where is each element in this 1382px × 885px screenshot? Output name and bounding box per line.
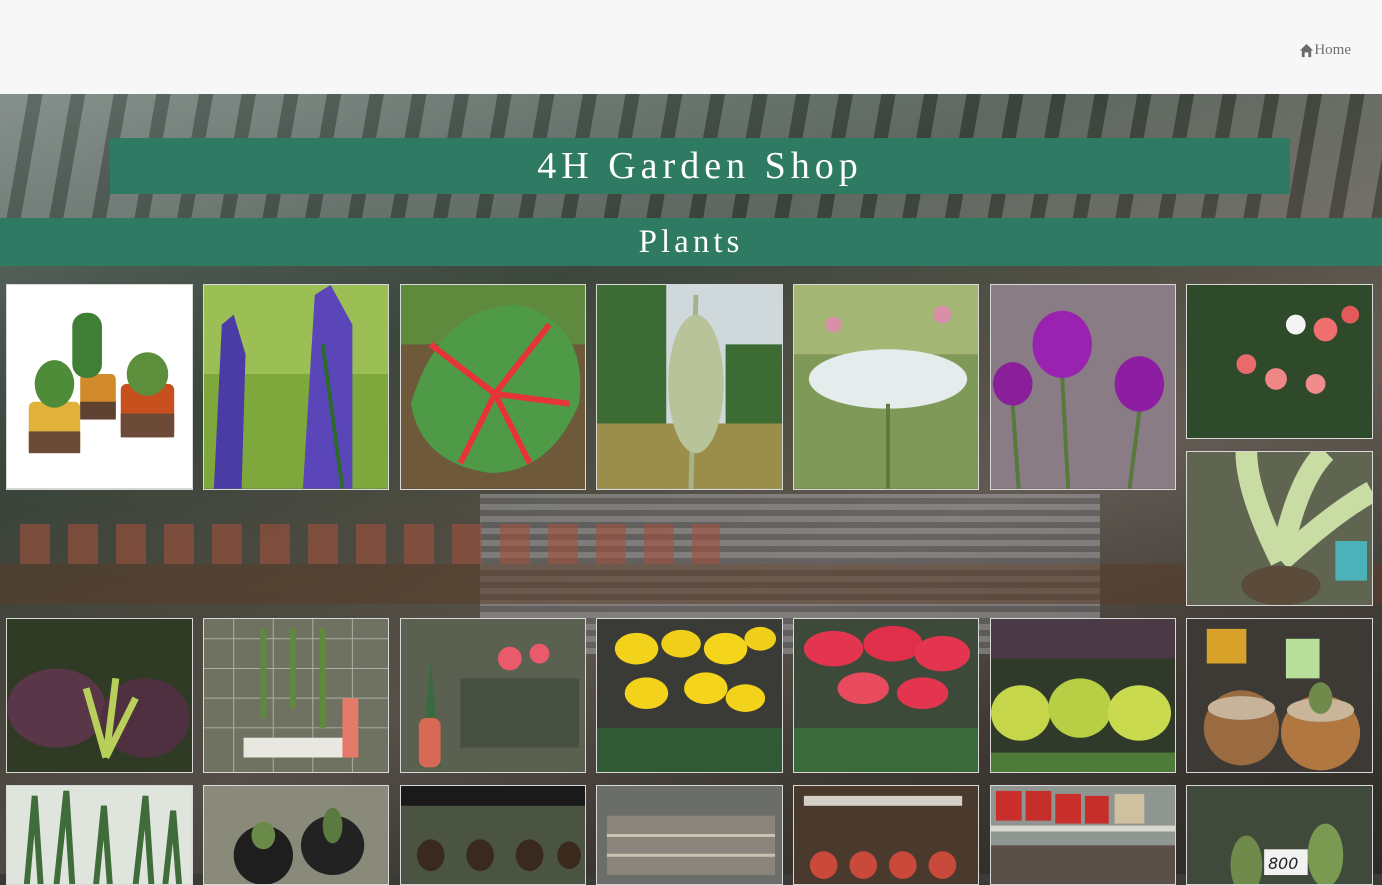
tile-yellow-mums[interactable] <box>596 618 783 773</box>
tile-priced-cacti[interactable]: 800 <box>1186 785 1373 885</box>
site-title-banner: 4H Garden Shop <box>110 138 1290 194</box>
tile-lupine[interactable] <box>203 284 389 490</box>
mums-image <box>597 619 782 772</box>
tile-caladium[interactable] <box>400 284 586 490</box>
tile-white-umbels[interactable] <box>793 284 979 490</box>
cactus-barrel-image <box>1187 619 1372 772</box>
cactus-image <box>7 285 192 489</box>
tile-hanging-plants[interactable] <box>203 618 389 773</box>
tile-poinsettia[interactable] <box>793 618 979 773</box>
purple-flower-image <box>991 285 1175 489</box>
tile-wild-plant[interactable] <box>596 284 783 490</box>
home-link[interactable]: Home <box>1299 42 1351 59</box>
red-pots-image <box>991 786 1175 884</box>
price-tag-text: 800 <box>1268 854 1298 873</box>
tile-hanging-pots[interactable] <box>400 785 586 885</box>
shrubs-image <box>991 619 1175 772</box>
tile-yellow-shrubs[interactable] <box>990 618 1176 773</box>
hanging-pots-image <box>401 786 585 884</box>
tile-cactus-shelf[interactable] <box>793 785 979 885</box>
top-navbar: Home <box>0 0 1382 95</box>
tile-potted-cacti[interactable] <box>203 785 389 885</box>
home-label: Home <box>1314 42 1351 58</box>
tile-purple-foliage[interactable] <box>6 618 193 773</box>
tile-flamingo-pots[interactable] <box>400 618 586 773</box>
tile-garden-store[interactable] <box>596 785 783 885</box>
tile-red-pots[interactable] <box>990 785 1176 885</box>
tile-cactus-pots[interactable] <box>6 284 193 490</box>
wild-plant-image <box>597 285 782 489</box>
tile-cactus-barrels[interactable] <box>1186 618 1373 773</box>
snake-plant-image <box>7 786 192 884</box>
site-title: 4H Garden Shop <box>537 145 863 187</box>
white-flower-image <box>794 285 978 489</box>
potted-cacti-image <box>204 786 388 884</box>
home-icon <box>1300 43 1314 58</box>
flamingo-image <box>401 619 585 772</box>
store-image <box>597 786 782 884</box>
tile-birds-nest-fern[interactable] <box>1186 451 1373 606</box>
cactus-shelf-image <box>794 786 978 884</box>
tile-globe-amaranth[interactable] <box>990 284 1176 490</box>
section-banner: Plants <box>0 218 1382 266</box>
caladium-image <box>401 285 585 489</box>
poinsettia-image <box>794 619 978 772</box>
tile-camellia[interactable] <box>1186 284 1373 439</box>
lupine-image <box>204 285 388 489</box>
foliage-image <box>7 619 192 772</box>
fern-image <box>1187 452 1372 605</box>
section-title: Plants <box>638 223 744 260</box>
priced-cacti-image: 800 <box>1187 786 1372 884</box>
hanging-plants-image <box>204 619 388 772</box>
camellia-image <box>1187 285 1372 438</box>
tile-snake-plant[interactable] <box>6 785 193 885</box>
